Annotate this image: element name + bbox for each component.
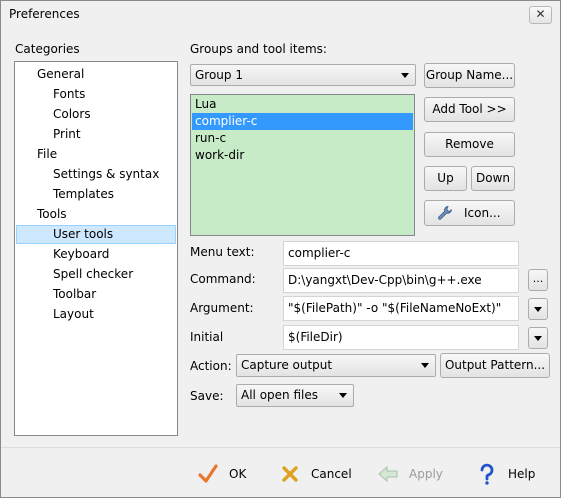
- add-tool-button[interactable]: Add Tool >>: [424, 97, 515, 122]
- icon-button-label: Icon...: [464, 206, 501, 220]
- tree-item-spell-checker[interactable]: Spell checker: [53, 265, 133, 284]
- help-question-icon: [480, 463, 494, 485]
- ok-button[interactable]: OK: [197, 461, 257, 487]
- list-item-lua[interactable]: Lua: [192, 96, 413, 113]
- argument-dropdown-button[interactable]: [528, 298, 548, 320]
- tool-items-list[interactable]: Lua complier-c run-c work-dir: [190, 94, 415, 236]
- command-label: Command:: [190, 272, 256, 286]
- browse-button[interactable]: ...: [528, 269, 548, 291]
- window-title: Preferences: [9, 7, 80, 21]
- tree-item-fonts[interactable]: Fonts: [53, 85, 85, 104]
- initial-label: Initial: [190, 330, 224, 344]
- action-select-value: Capture output: [241, 358, 333, 372]
- argument-field[interactable]: "$(FilePath)" -o "$(FileNameNoExt)": [283, 296, 519, 321]
- list-item-complier-c[interactable]: complier-c: [192, 113, 413, 130]
- wrench-icon: [438, 206, 452, 220]
- cancel-label: Cancel: [311, 467, 352, 481]
- save-select-value: All open files: [241, 388, 318, 402]
- list-item-run-c[interactable]: run-c: [192, 130, 413, 147]
- chevron-down-icon: [421, 363, 429, 368]
- close-button[interactable]: ✕: [529, 6, 552, 24]
- cancel-button[interactable]: Cancel: [279, 461, 359, 487]
- help-label: Help: [508, 467, 536, 481]
- initial-dropdown-button[interactable]: [528, 327, 548, 349]
- down-button[interactable]: Down: [471, 166, 515, 191]
- chevron-down-icon: [534, 336, 542, 341]
- cancel-x-icon: [282, 466, 298, 482]
- command-field[interactable]: D:\yangxt\Dev-Cpp\bin\g++.exe: [283, 268, 519, 293]
- action-select[interactable]: Capture output: [236, 354, 436, 377]
- menu-text-field[interactable]: complier-c: [283, 241, 519, 266]
- footer-divider: [1, 447, 560, 448]
- tree-item-user-tools[interactable]: User tools: [16, 225, 176, 244]
- groups-heading: Groups and tool items:: [190, 42, 327, 56]
- action-label: Action:: [190, 359, 232, 373]
- title-bar: Preferences ✕: [1, 1, 560, 29]
- tree-item-templates[interactable]: Templates: [53, 185, 114, 204]
- group-select[interactable]: Group 1: [190, 64, 416, 86]
- tree-item-tools[interactable]: Tools: [37, 205, 67, 224]
- apply-button[interactable]: Apply: [377, 461, 447, 487]
- chevron-down-icon: [534, 307, 542, 312]
- help-button[interactable]: Help: [476, 461, 538, 487]
- ok-label: OK: [229, 467, 247, 481]
- checkmark-icon: [198, 464, 218, 483]
- categories-heading: Categories: [15, 42, 80, 56]
- tree-item-print[interactable]: Print: [53, 125, 81, 144]
- initial-dir-field[interactable]: $(FileDir): [283, 325, 519, 350]
- group-select-value: Group 1: [195, 68, 243, 82]
- save-select[interactable]: All open files: [236, 384, 354, 407]
- tree-item-layout[interactable]: Layout: [53, 305, 94, 324]
- argument-label: Argument:: [190, 301, 254, 315]
- list-item-work-dir[interactable]: work-dir: [192, 147, 413, 164]
- save-label: Save:: [190, 389, 224, 403]
- icon-button[interactable]: Icon...: [424, 200, 515, 226]
- tree-item-settings-syntax[interactable]: Settings & syntax: [53, 165, 159, 184]
- up-button[interactable]: Up: [424, 166, 467, 191]
- output-pattern-button[interactable]: Output Pattern...: [440, 353, 550, 378]
- group-name-button[interactable]: Group Name...: [424, 63, 515, 88]
- tree-item-file[interactable]: File: [37, 145, 57, 164]
- tree-item-toolbar[interactable]: Toolbar: [53, 285, 96, 304]
- apply-label: Apply: [409, 467, 443, 481]
- categories-tree[interactable]: General Fonts Colors Print File Settings…: [14, 61, 178, 436]
- chevron-down-icon: [401, 73, 409, 78]
- menu-text-label: Menu text:: [190, 245, 255, 259]
- back-arrow-icon: [378, 465, 398, 483]
- preferences-dialog: Preferences ✕ Categories General Fonts C…: [0, 0, 561, 498]
- tree-item-colors[interactable]: Colors: [53, 105, 91, 124]
- remove-button[interactable]: Remove: [424, 132, 515, 157]
- tree-item-general[interactable]: General: [37, 65, 84, 84]
- tree-item-keyboard[interactable]: Keyboard: [53, 245, 109, 264]
- close-icon: ✕: [535, 7, 546, 21]
- chevron-down-icon: [339, 393, 347, 398]
